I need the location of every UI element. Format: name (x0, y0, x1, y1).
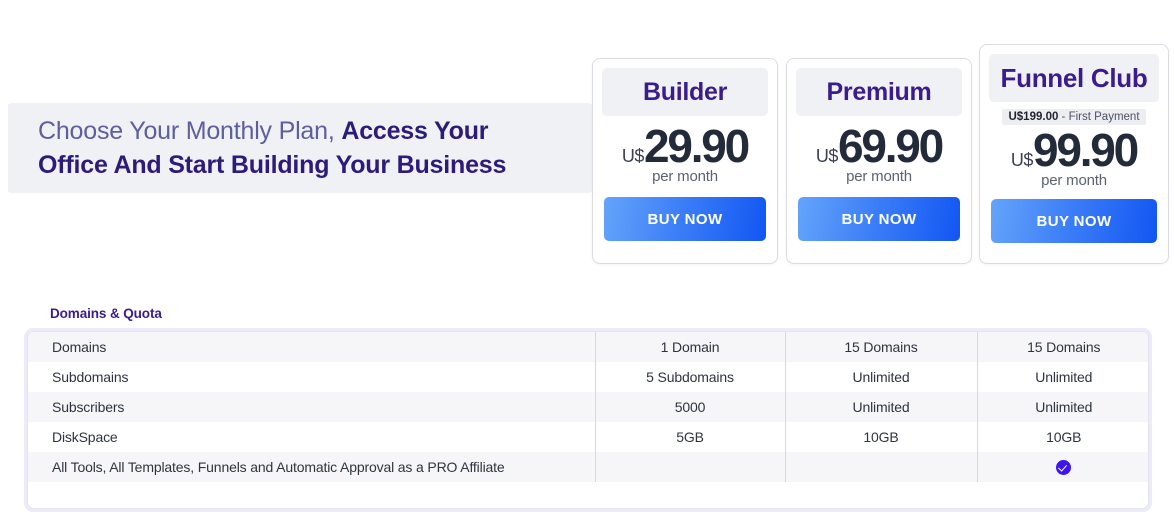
first-payment-amount: U$199.00 (1008, 111, 1059, 123)
feature-value-builder: 5GB (594, 422, 785, 452)
first-payment-badge-wrap: U$199.00 - First Payment (980, 109, 1168, 125)
plan-card-premium[interactable]: Premium U$ 69.90 per month BUY NOW (786, 58, 972, 264)
table-row: Domains 1 Domain 15 Domains 15 Domains (28, 332, 1148, 362)
features-table-body: Domains 1 Domain 15 Domains 15 Domains Subdo… (28, 332, 1148, 482)
plan-title-bar: Funnel Club (989, 54, 1159, 102)
feature-value-builder: 5000 (594, 392, 785, 422)
feature-value-builder (594, 452, 785, 482)
feature-value-premium (784, 452, 977, 482)
feature-value-premium: Unlimited (784, 362, 977, 392)
price-period: per month (846, 168, 912, 185)
buy-now-button-premium[interactable]: BUY NOW (798, 197, 960, 241)
features-section-title: Domains & Quota (50, 306, 162, 321)
feature-label: Domains (28, 332, 595, 362)
features-table-card: Domains 1 Domain 15 Domains 15 Domains Subdo… (27, 331, 1149, 509)
feature-value-club (976, 452, 1148, 482)
price-period: per month (652, 168, 718, 185)
table-row: Subscribers 5000 Unlimited Unlimited (28, 392, 1148, 422)
currency-symbol: U$ (621, 146, 645, 166)
feature-value-premium: Unlimited (784, 392, 977, 422)
feature-label: All Tools, All Templates, Funnels and Au… (28, 452, 595, 482)
feature-value-builder: 1 Domain (594, 332, 785, 362)
first-payment-badge: U$199.00 - First Payment (1002, 109, 1146, 125)
plan-name: Funnel Club (1000, 62, 1148, 93)
feature-label: Subdomains (28, 362, 595, 392)
price-amount: 69.90 (837, 120, 944, 172)
plan-title-bar: Builder (602, 68, 768, 116)
price-period: per month (1041, 172, 1107, 189)
feature-value-club: Unlimited (976, 392, 1148, 422)
feature-label: DiskSpace (28, 422, 595, 452)
feature-value-club: Unlimited (976, 362, 1148, 392)
pricing-page: Choose Your Monthly Plan, Access Your Of… (0, 0, 1174, 512)
price-amount: 99.90 (1032, 124, 1139, 176)
feature-label: Subscribers (28, 392, 595, 422)
plan-title-bar: Premium (796, 68, 962, 116)
table-row: DiskSpace 5GB 10GB 10GB (28, 422, 1148, 452)
pricing-cards: Builder U$ 29.90 per month BUY NOW Premi… (0, 0, 1174, 270)
check-icon (1056, 460, 1072, 476)
feature-value-club: 10GB (976, 422, 1148, 452)
currency-symbol: U$ (815, 146, 839, 166)
plan-card-funnel-club[interactable]: Funnel Club U$199.00 - First Payment U$ … (979, 44, 1169, 264)
feature-value-builder: 5 Subdomains (594, 362, 785, 392)
first-payment-label: - First Payment (1058, 111, 1140, 123)
currency-symbol: U$ (1010, 150, 1034, 170)
features-table-wrapper: Domains 1 Domain 15 Domains 15 Domains Subdo… (24, 328, 1152, 512)
table-row: Subdomains 5 Subdomains Unlimited Unlimited (28, 362, 1148, 392)
plan-name: Premium (826, 77, 932, 106)
buy-now-button-funnel-club[interactable]: BUY NOW (991, 199, 1157, 243)
plan-price: U$ 99.90 (980, 126, 1168, 174)
features-table: Domains 1 Domain 15 Domains 15 Domains Subdo… (28, 332, 1148, 482)
table-row: All Tools, All Templates, Funnels and Au… (28, 452, 1148, 482)
feature-value-premium: 10GB (784, 422, 977, 452)
feature-value-club: 15 Domains (976, 332, 1148, 362)
feature-value-premium: 15 Domains (784, 332, 977, 362)
plan-price: U$ 69.90 (787, 122, 971, 170)
buy-now-button-builder[interactable]: BUY NOW (604, 197, 766, 241)
plan-card-builder[interactable]: Builder U$ 29.90 per month BUY NOW (592, 58, 778, 264)
plan-name: Builder (642, 77, 728, 106)
plan-price: U$ 29.90 (593, 122, 777, 170)
price-amount: 29.90 (643, 120, 750, 172)
